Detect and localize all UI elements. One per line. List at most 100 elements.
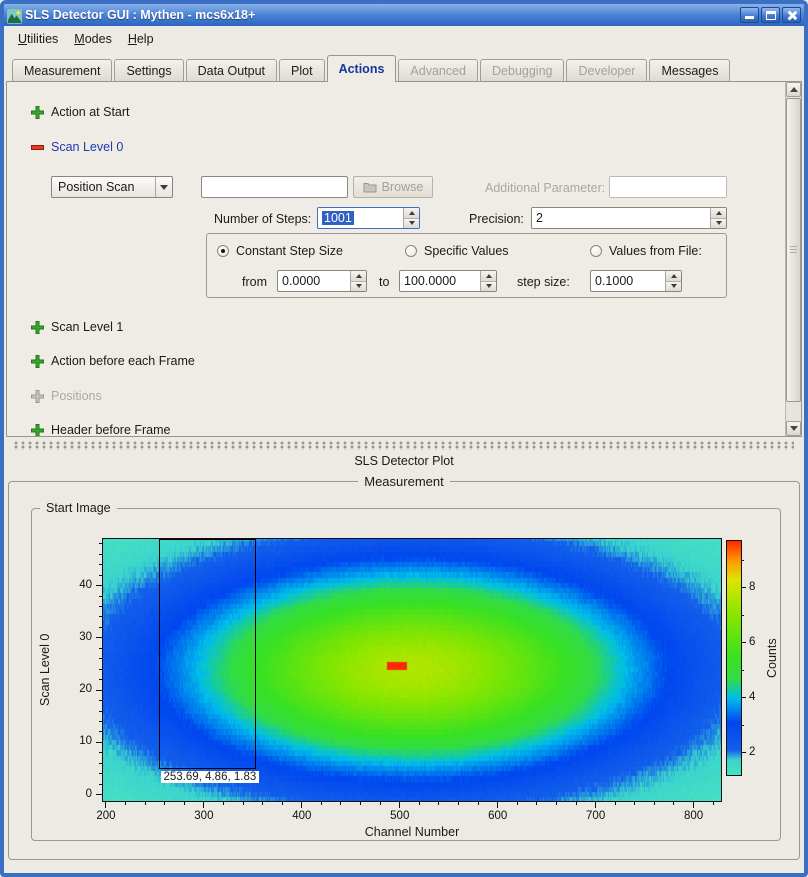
from-spinbox[interactable]: 0.0000 <box>277 270 367 292</box>
spin-down-button[interactable] <box>711 219 726 229</box>
precision-label: Precision: <box>469 211 524 227</box>
browse-button: Browse <box>353 176 433 198</box>
tab-measurement[interactable]: Measurement <box>12 59 112 81</box>
x-minor-tick <box>438 802 439 805</box>
colorbar-major-tick <box>742 587 746 588</box>
spin-up-button[interactable] <box>351 271 366 282</box>
x-minor-tick <box>340 802 341 805</box>
titlebar[interactable]: SLS Detector GUI : Mythen - mcs6x18+ <box>4 4 804 26</box>
start-image-groupbox: Start Image Scan Level 0 Channel Number … <box>31 501 781 841</box>
precision-value[interactable]: 2 <box>532 208 710 228</box>
scan-level-0-toggle[interactable]: Scan Level 0 <box>31 139 123 155</box>
colorbar-minor-tick <box>742 560 744 561</box>
tab-settings[interactable]: Settings <box>114 59 183 81</box>
to-value[interactable]: 100.0000 <box>400 271 480 291</box>
from-value[interactable]: 0.0000 <box>278 271 350 291</box>
spin-down-button[interactable] <box>404 219 419 229</box>
scroll-down-button[interactable] <box>786 421 801 436</box>
number-of-steps-spinbox[interactable]: 1001 <box>317 207 420 229</box>
chevron-down-icon <box>160 185 168 190</box>
step-size-spinbox[interactable]: 0.1000 <box>590 270 682 292</box>
specific-values-radio[interactable] <box>405 245 417 257</box>
spin-down-button[interactable] <box>666 282 681 292</box>
spin-down-button[interactable] <box>351 282 366 292</box>
spin-up-button[interactable] <box>481 271 496 282</box>
menu-utilities[interactable]: Utilities <box>10 28 66 50</box>
values-from-file-option[interactable]: Values from File: <box>590 243 702 259</box>
spin-down-button[interactable] <box>481 282 496 292</box>
close-icon <box>783 8 800 22</box>
menu-modes[interactable]: Modes <box>66 28 120 50</box>
menu-help[interactable]: Help <box>120 28 162 50</box>
x-major-tick <box>399 802 400 808</box>
header-before-frame-toggle[interactable]: Header before Frame <box>31 422 171 436</box>
expand-plus-icon[interactable] <box>31 106 44 119</box>
action-before-frame-label: Action before each Frame <box>51 354 195 368</box>
actions-pane: Action at Start Scan Level 0 Position Sc… <box>6 81 802 437</box>
x-minor-tick <box>164 802 165 805</box>
x-minor-tick <box>517 802 518 805</box>
combo-dropdown-button[interactable] <box>155 177 172 197</box>
tab-data-output[interactable]: Data Output <box>186 59 277 81</box>
colorbar-title: Counts <box>765 541 781 775</box>
spin-up-button[interactable] <box>404 208 419 219</box>
constant-step-size-radio[interactable] <box>217 245 229 257</box>
scan-level-1-toggle[interactable]: Scan Level 1 <box>31 319 123 335</box>
x-minor-tick <box>576 802 577 805</box>
close-button[interactable] <box>782 7 801 23</box>
step-size-label: step size: <box>517 274 570 290</box>
additional-parameter-input[interactable] <box>609 176 727 198</box>
values-from-file-label: Values from File: <box>609 244 702 258</box>
arrow-down-icon <box>409 221 415 225</box>
x-minor-tick <box>458 802 459 805</box>
scrollbar-thumb[interactable] <box>786 98 801 402</box>
spin-up-button[interactable] <box>666 271 681 282</box>
colorbar-minor-tick <box>742 670 744 671</box>
position-tracker: 253.69, 4.86, 1.83 <box>161 771 260 783</box>
window-controls <box>740 7 801 23</box>
number-of-steps-value[interactable]: 1001 <box>322 211 354 225</box>
constant-step-size-option[interactable]: Constant Step Size <box>217 243 343 259</box>
precision-spinbox[interactable]: 2 <box>531 207 727 229</box>
x-minor-tick <box>125 802 126 805</box>
specific-values-option[interactable]: Specific Values <box>405 243 509 259</box>
tab-plot[interactable]: Plot <box>279 59 325 81</box>
expand-plus-icon[interactable] <box>31 321 44 334</box>
tab-debugging: Debugging <box>480 59 564 81</box>
collapse-minus-icon[interactable] <box>31 141 44 154</box>
scan-script-input[interactable] <box>201 176 348 198</box>
colorbar-tick-label: 8 <box>749 581 755 593</box>
colorbar-minor-tick <box>742 615 744 616</box>
x-minor-tick <box>145 802 146 805</box>
minimize-button[interactable] <box>740 7 759 23</box>
scroll-up-button[interactable] <box>786 82 801 97</box>
maximize-button[interactable] <box>761 7 780 23</box>
values-from-file-radio[interactable] <box>590 245 602 257</box>
splitter-handle[interactable] <box>14 441 794 450</box>
action-at-start-label: Action at Start <box>51 105 130 119</box>
tab-actions[interactable]: Actions <box>327 55 397 82</box>
scan-level-0-label: Scan Level 0 <box>51 140 123 154</box>
step-size-value[interactable]: 0.1000 <box>591 271 665 291</box>
x-major-tick <box>105 802 106 808</box>
y-minor-tick <box>99 596 102 597</box>
y-major-tick <box>96 585 102 586</box>
expand-plus-icon[interactable] <box>31 355 44 368</box>
colorbar-major-tick <box>742 752 746 753</box>
to-spinbox[interactable]: 100.0000 <box>399 270 497 292</box>
additional-parameter-label: Additional Parameter: <box>485 180 605 196</box>
scan-mode-combobox[interactable]: Position Scan <box>51 176 173 198</box>
arrow-down-icon <box>486 284 492 288</box>
expand-plus-icon[interactable] <box>31 424 44 437</box>
action-before-frame-toggle[interactable]: Action before each Frame <box>31 353 195 369</box>
spin-buttons <box>403 208 419 228</box>
action-at-start-toggle[interactable]: Action at Start <box>31 104 130 120</box>
y-minor-tick <box>99 606 102 607</box>
spin-up-button[interactable] <box>711 208 726 219</box>
measurement-legend: Measurement <box>358 474 449 489</box>
arrow-up-icon <box>671 274 677 278</box>
measurement-groupbox: Measurement Start Image Scan Level 0 Cha… <box>8 474 800 860</box>
colorbar-major-tick <box>742 697 746 698</box>
vertical-scrollbar[interactable] <box>785 82 801 436</box>
tab-messages[interactable]: Messages <box>649 59 730 81</box>
